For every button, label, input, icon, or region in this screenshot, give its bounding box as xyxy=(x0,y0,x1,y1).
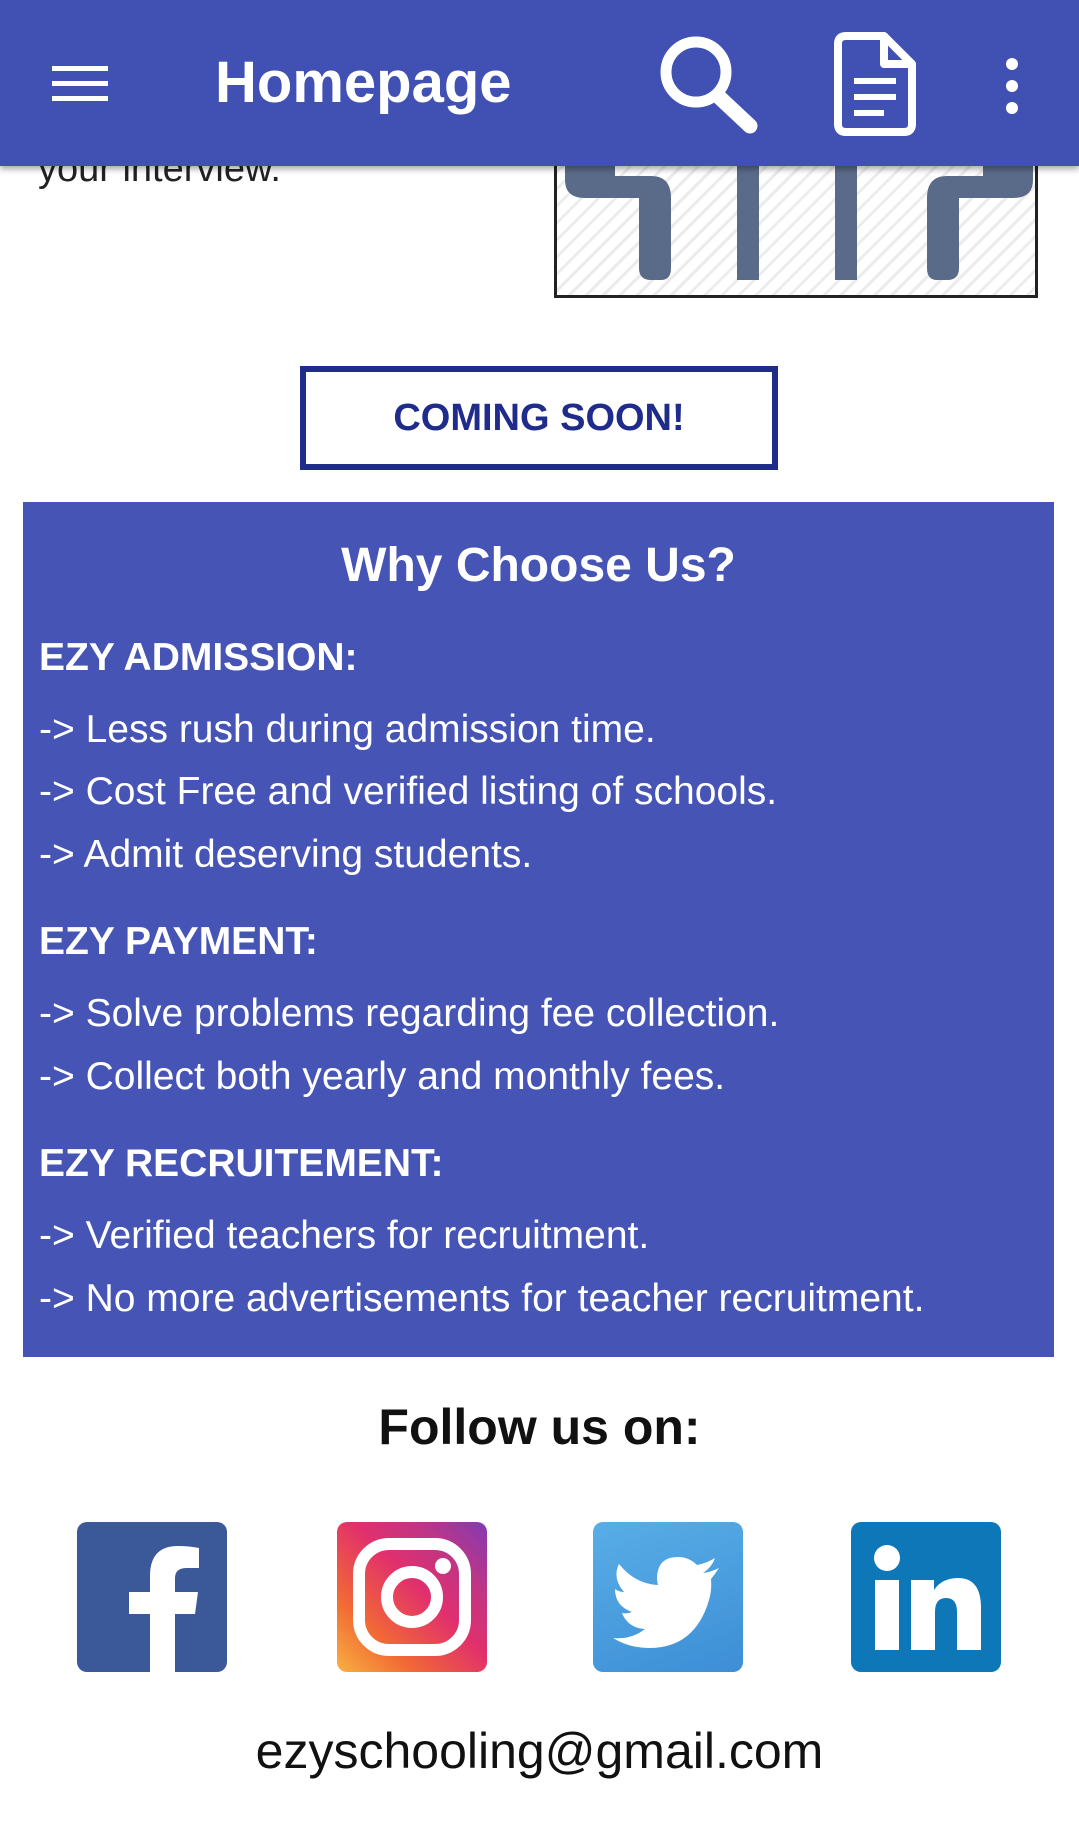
search-icon[interactable] xyxy=(652,30,762,140)
section-heading-recruitment: EZY RECRUITEMENT: xyxy=(39,1142,444,1185)
list-item: -> Verified teachers for recruitment. xyxy=(39,1214,650,1257)
app-bar: Homepage xyxy=(0,0,1079,166)
list-item: -> Collect both yearly and monthly fees. xyxy=(39,1055,726,1098)
list-item: -> Solve problems regarding fee collecti… xyxy=(39,992,780,1035)
list-item: -> Less rush during admission time. xyxy=(39,708,656,751)
coming-soon-button[interactable]: COMING SOON! xyxy=(300,366,778,470)
why-choose-us-title: Why Choose Us? xyxy=(341,539,736,592)
list-item: -> No more advertisements for teacher re… xyxy=(39,1277,925,1320)
menu-icon[interactable] xyxy=(50,58,110,108)
instagram-icon[interactable] xyxy=(337,1522,487,1672)
linkedin-icon[interactable] xyxy=(851,1522,1001,1672)
list-item: -> Admit deserving students. xyxy=(39,833,533,876)
list-item: -> Cost Free and verified listing of sch… xyxy=(39,770,778,813)
why-choose-us-panel: Why Choose Us? EZY ADMISSION: -> Less ru… xyxy=(23,502,1054,1357)
page-title: Homepage xyxy=(215,50,512,115)
section-heading-payment: EZY PAYMENT: xyxy=(39,920,318,963)
follow-us-title: Follow us on: xyxy=(378,1399,701,1455)
facebook-icon[interactable] xyxy=(77,1522,227,1672)
more-vert-icon[interactable] xyxy=(1000,56,1024,116)
twitter-icon[interactable] xyxy=(593,1522,743,1672)
contact-email[interactable]: ezyschooling@gmail.com xyxy=(0,1722,1079,1780)
section-heading-admission: EZY ADMISSION: xyxy=(39,636,358,679)
document-icon[interactable] xyxy=(832,32,916,136)
